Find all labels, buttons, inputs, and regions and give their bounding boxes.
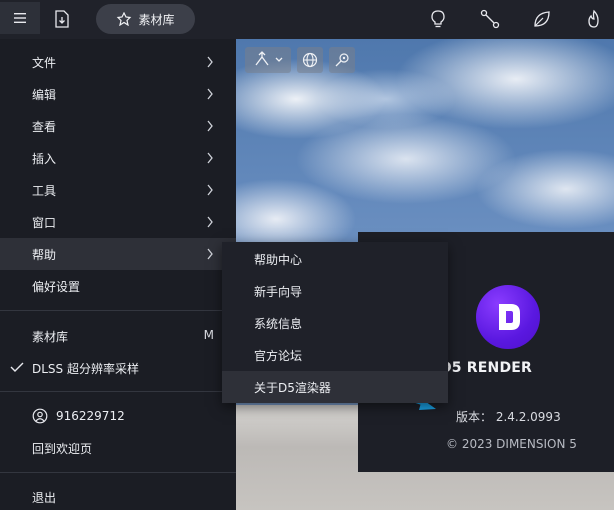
menu-item-label: 偏好设置 [32, 279, 81, 294]
menu-item-shortcut: M [203, 328, 214, 342]
path-button[interactable] [474, 4, 506, 34]
menu-divider [0, 391, 236, 392]
menu-item-preferences[interactable]: 偏好设置 [0, 270, 236, 302]
chevron-right-icon [207, 88, 213, 100]
menu-item-tools[interactable]: 工具 [0, 174, 236, 206]
chevron-right-icon [207, 152, 213, 164]
lightbulb-icon [431, 10, 445, 28]
menu-divider [0, 310, 236, 311]
submenu-item-label: 关于D5渲染器 [254, 380, 331, 395]
account-id: 916229712 [56, 409, 125, 423]
transform-mode-button[interactable] [245, 47, 291, 73]
menu-item-assets[interactable]: 素材库 M [0, 320, 236, 352]
lighting-button[interactable] [422, 4, 454, 34]
fire-icon [588, 9, 599, 28]
submenu-item-label: 新手向导 [254, 284, 303, 299]
assets-library-label: 素材库 [138, 12, 175, 27]
menu-item-dlss[interactable]: DLSS 超分辨率采样 [0, 352, 236, 384]
menu-item-label: 插入 [32, 151, 57, 166]
menu-item-window[interactable]: 窗口 [0, 206, 236, 238]
menu-divider [0, 472, 236, 473]
menu-item-label: 工具 [32, 183, 57, 198]
submenu-item-label: 系统信息 [254, 316, 303, 331]
menu-item-label: 窗口 [32, 215, 57, 230]
menu-item-edit[interactable]: 编辑 [0, 78, 236, 110]
menu-item-view[interactable]: 查看 [0, 110, 236, 142]
globe-button[interactable] [297, 47, 323, 73]
chevron-right-icon [207, 120, 213, 132]
path-icon [480, 9, 500, 29]
globe-icon [302, 52, 318, 68]
assets-icon [117, 12, 132, 26]
submenu-item-label: 帮助中心 [254, 252, 303, 267]
help-submenu: 帮助中心 新手向导 系统信息 官方论坛 关于D5渲染器 [222, 242, 448, 403]
submenu-item-forum[interactable]: 官方论坛 [222, 339, 448, 371]
submenu-item-about[interactable]: 关于D5渲染器 [222, 371, 448, 403]
menu-item-welcome[interactable]: 回到欢迎页 [0, 432, 236, 464]
import-icon [55, 10, 69, 28]
chevron-right-icon [207, 216, 213, 228]
chevron-right-icon [207, 248, 213, 260]
effects-button[interactable] [578, 4, 610, 34]
transform-arrows-icon [255, 51, 283, 66]
menu-item-label: 回到欢迎页 [32, 441, 93, 456]
about-version: 版本： 2.4.2.0993 [456, 410, 561, 424]
chevron-right-icon [207, 184, 213, 196]
user-icon [32, 408, 48, 424]
menu-item-insert[interactable]: 插入 [0, 142, 236, 174]
chevron-right-icon [207, 56, 213, 68]
import-button[interactable] [46, 4, 78, 34]
vegetation-button[interactable] [526, 4, 558, 34]
about-copyright: © 2023 DIMENSION 5 [446, 437, 577, 451]
main-menu-button[interactable] [0, 2, 40, 34]
menu-icon [14, 13, 26, 23]
menu-item-label: 文件 [32, 55, 57, 70]
menu-item-label: 帮助 [32, 247, 57, 262]
assets-library-button[interactable]: 素材库 [96, 4, 195, 34]
menu-item-label: 查看 [32, 119, 57, 134]
leaf-icon [534, 11, 550, 27]
menu-item-label: 编辑 [32, 87, 57, 102]
menu-item-label: 素材库 [32, 329, 69, 344]
menu-item-label: 退出 [32, 490, 57, 505]
viewport-toolbar [245, 47, 355, 73]
submenu-item-label: 官方论坛 [254, 348, 303, 363]
location-pin-icon [335, 53, 349, 67]
submenu-item-beginner-guide[interactable]: 新手向导 [222, 275, 448, 307]
submenu-item-system-info[interactable]: 系统信息 [222, 307, 448, 339]
menu-item-file[interactable]: 文件 [0, 46, 236, 78]
d5-logo [476, 285, 540, 349]
menu-item-exit[interactable]: 退出 [0, 481, 236, 510]
menu-item-account[interactable]: 916229712 [0, 400, 236, 432]
top-toolbar: 素材库 [0, 0, 614, 39]
d5-logo-icon [499, 304, 520, 330]
submenu-item-help-center[interactable]: 帮助中心 [222, 243, 448, 275]
menu-item-help[interactable]: 帮助 [0, 238, 236, 270]
menu-item-label: DLSS 超分辨率采样 [32, 361, 139, 376]
location-button[interactable] [329, 47, 355, 73]
checkmark-icon [10, 362, 24, 372]
